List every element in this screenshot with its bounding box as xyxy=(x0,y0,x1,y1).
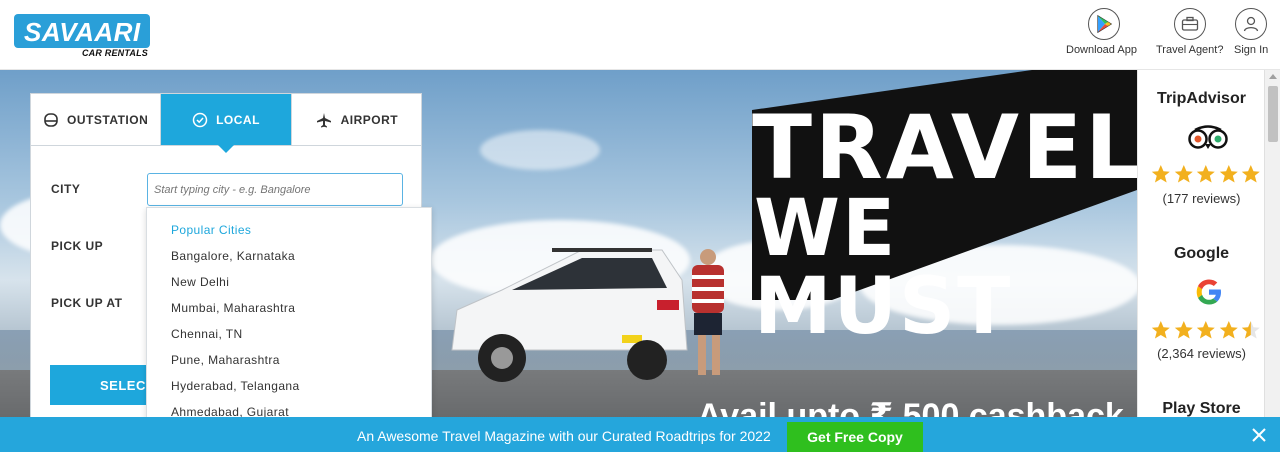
star-icon xyxy=(1174,165,1193,183)
tab-airport[interactable]: AIRPORT xyxy=(292,94,421,145)
city-label: CITY xyxy=(51,182,81,196)
airplane-icon xyxy=(316,112,331,127)
promo-text: An Awesome Travel Magazine with our Cura… xyxy=(357,428,771,444)
car-icon xyxy=(44,112,58,127)
tripadvisor-review-count: (177 reviews) xyxy=(1162,191,1241,206)
tab-airport-label: AIRPORT xyxy=(340,112,399,127)
star-icon xyxy=(1219,321,1238,339)
close-icon[interactable] xyxy=(1251,427,1267,443)
hero-headline-we-must: WE MUST xyxy=(754,184,1013,352)
star-icon xyxy=(1151,321,1170,339)
scroll-thumb[interactable] xyxy=(1268,86,1278,142)
tripadvisor-owl-icon xyxy=(1188,125,1228,149)
page-scrollbar[interactable] xyxy=(1264,70,1280,452)
half-star-icon xyxy=(1242,321,1261,339)
google-title: Google xyxy=(1173,245,1230,262)
google-rating-stars xyxy=(1150,319,1262,341)
scroll-up-arrow-icon[interactable] xyxy=(1269,74,1277,79)
briefcase-icon xyxy=(1173,8,1206,40)
city-suggestions-dropdown: Popular Cities Bangalore, Karnataka New … xyxy=(146,207,432,452)
city-option[interactable]: Chennai, TN xyxy=(171,327,243,341)
promo-bar: An Awesome Travel Magazine with our Cura… xyxy=(0,417,1280,452)
user-icon xyxy=(1235,8,1268,40)
city-option[interactable]: Hyderabad, Telangana xyxy=(171,379,300,393)
travel-agent-label: Travel Agent? xyxy=(1156,44,1224,56)
play-store-title: Play Store xyxy=(1162,400,1241,417)
tab-outstation[interactable]: OUTSTATION xyxy=(31,94,162,145)
pickup-at-label: PICK UP AT xyxy=(51,296,123,310)
get-free-copy-button[interactable]: Get Free Copy xyxy=(787,422,923,452)
city-option[interactable]: Bangalore, Karnataka xyxy=(171,249,295,263)
tripadvisor-rating-stars xyxy=(1150,163,1262,185)
cloud xyxy=(480,130,600,170)
city-option[interactable]: New Delhi xyxy=(171,275,229,289)
sign-in-link[interactable]: Sign In xyxy=(1234,8,1268,56)
star-icon xyxy=(1174,321,1193,339)
star-icon xyxy=(1196,321,1215,339)
sign-in-label: Sign In xyxy=(1234,44,1269,56)
play-store-icon xyxy=(1088,8,1121,40)
logo-tagline: CAR RENTALS xyxy=(81,48,148,58)
popular-cities-heading: Popular Cities xyxy=(171,223,252,237)
city-option[interactable]: Pune, Maharashtra xyxy=(171,353,280,367)
tab-local-label: LOCAL xyxy=(216,112,260,127)
city-input[interactable] xyxy=(147,173,403,206)
download-app-link[interactable]: Download App xyxy=(1066,8,1137,56)
pickup-label: PICK UP xyxy=(51,239,104,253)
download-app-label: Download App xyxy=(1066,44,1137,56)
google-review-count: (2,364 reviews) xyxy=(1157,346,1246,361)
reviews-sidebar: TripAdvisor (177 reviews) Google (2,364 … xyxy=(1137,70,1264,452)
logo-name: SAVAARI xyxy=(24,17,141,47)
tab-outstation-label: OUTSTATION xyxy=(67,112,149,127)
star-icon xyxy=(1196,165,1215,183)
trip-type-tabs: OUTSTATION LOCAL AIRPORT xyxy=(31,94,421,153)
car-image xyxy=(451,248,688,382)
tripadvisor-title: TripAdvisor xyxy=(1157,90,1246,107)
site-header: SAVAARI CAR RENTALS Download App Travel … xyxy=(0,0,1280,70)
tab-local[interactable]: LOCAL xyxy=(161,94,292,153)
location-check-icon xyxy=(192,112,208,127)
person-image xyxy=(692,249,724,375)
hero-headline-travel: TRAVEL xyxy=(752,96,1137,199)
savaari-logo[interactable]: SAVAARI CAR RENTALS xyxy=(14,14,150,60)
city-option[interactable]: Mumbai, Maharashtra xyxy=(171,301,295,315)
select-car-button[interactable]: SELECT CAR xyxy=(50,365,150,405)
google-g-icon xyxy=(1196,279,1221,305)
star-icon xyxy=(1219,165,1238,183)
star-icon xyxy=(1151,165,1170,183)
star-icon xyxy=(1242,165,1261,183)
travel-agent-link[interactable]: Travel Agent? xyxy=(1156,8,1223,56)
